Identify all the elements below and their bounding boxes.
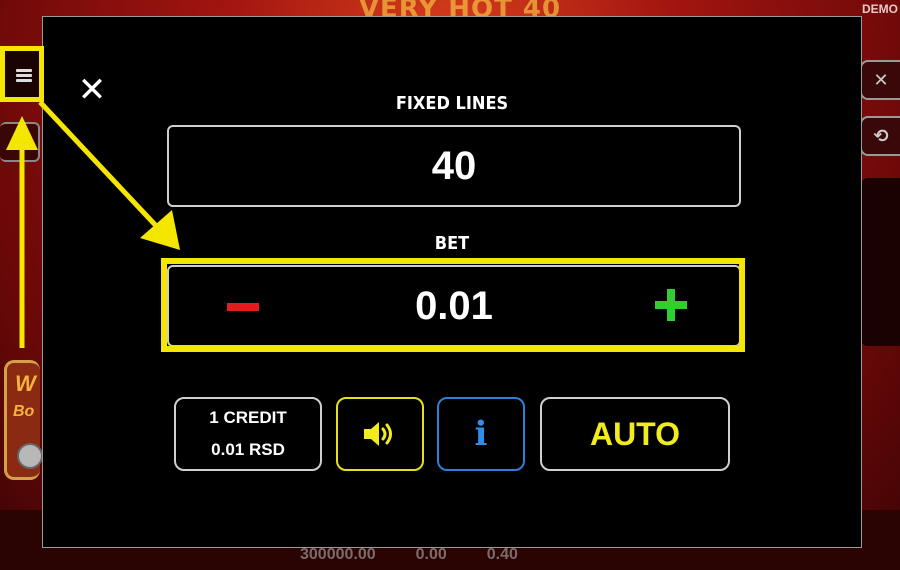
credit-amount: 0.01 RSD [211,440,285,459]
win-value: 0.00 [415,546,447,563]
autoplay-button[interactable]: AUTO [540,397,730,471]
right-side-panel [860,178,900,346]
bonus-card-subtitle: Bo [13,403,35,420]
right-close-icon: ✕ [860,60,900,100]
demo-badge: DEMO [862,2,898,16]
fixed-lines-label: FIXED LINES [395,93,509,114]
fixed-lines-value: 40 [431,143,477,188]
history-icon: ⟲ [860,116,900,156]
bet-label: BET [434,233,470,254]
autoplay-label: AUTO [589,415,681,452]
sound-toggle-button[interactable] [336,397,424,471]
increase-bet-button[interactable] [655,289,687,321]
credit-label: 1 CREDIT [209,408,287,427]
bet-control: 0.01 [167,265,741,347]
hamburger-menu-icon [16,69,32,83]
menu-button-highlight[interactable] [0,46,44,102]
total-bet-value: 0.40 [486,546,518,563]
bonus-card: W Bo [4,360,43,480]
bonus-card-title: W [15,371,36,396]
decrease-bet-button[interactable] [227,303,259,311]
bonus-toggle [17,443,43,469]
bet-value: 0.01 [415,283,493,328]
credit-value-button[interactable]: 1 CREDIT 0.01 RSD [174,397,322,471]
info-icon: i [474,414,488,454]
balance-value: 300000.00 [300,546,376,563]
info-button[interactable]: i [437,397,525,471]
fixed-lines-display: 40 [167,125,741,207]
bet-settings-dialog: ✕ FIXED LINES 40 BET 0.01 1 CREDIT 0.01 … [42,16,862,548]
speaker-icon [364,422,392,446]
left-side-panel [0,122,40,162]
